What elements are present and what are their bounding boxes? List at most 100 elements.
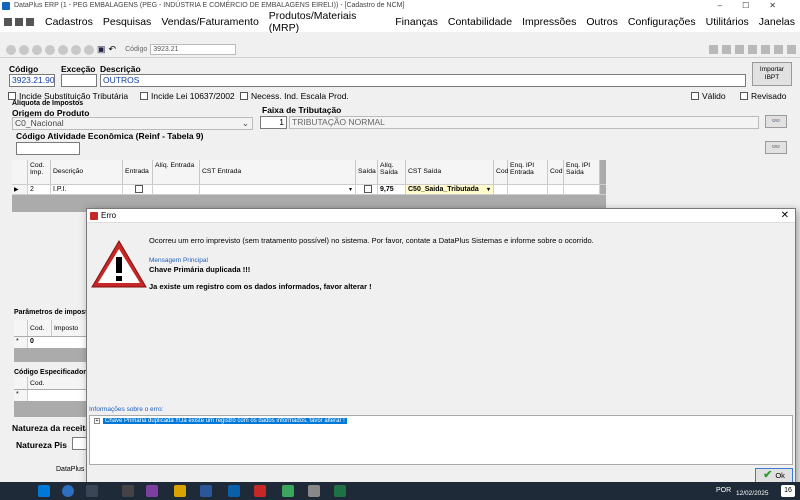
menu-configuracoes[interactable]: Configurações xyxy=(623,16,701,28)
cell-cst-entrada[interactable]: ▾ xyxy=(200,185,356,194)
next-record-icon[interactable] xyxy=(32,44,42,55)
faixa-number[interactable]: 1 xyxy=(260,116,287,129)
binoculars-icon[interactable]: 👓 xyxy=(765,115,787,128)
app-icon-7[interactable] xyxy=(308,485,320,497)
excel-icon[interactable] xyxy=(334,485,346,497)
edit-icon[interactable] xyxy=(71,44,81,55)
origem-select[interactable]: C0_Nacional ⌄ xyxy=(12,117,253,130)
mail-icon[interactable] xyxy=(735,45,744,54)
filter-icon[interactable] xyxy=(748,45,757,54)
word-icon[interactable] xyxy=(200,485,212,497)
cell-cod[interactable] xyxy=(28,390,88,401)
config-icon[interactable] xyxy=(761,45,770,54)
importar-ibpt-button[interactable]: Importar IBPT xyxy=(752,62,792,86)
expand-icon[interactable]: + xyxy=(94,418,100,424)
app-icon-6[interactable] xyxy=(282,485,294,497)
close-window-button[interactable]: ✕ xyxy=(769,1,796,10)
last-record-icon[interactable] xyxy=(45,44,55,55)
cell-enq-entrada[interactable] xyxy=(508,185,548,194)
close-icon[interactable]: ✕ xyxy=(781,209,789,223)
cell-cod[interactable]: 2 xyxy=(28,185,51,194)
add-icon[interactable] xyxy=(58,44,68,55)
cb-revisado-label: Revisado xyxy=(751,91,787,101)
descricao-field[interactable]: OUTROS xyxy=(100,74,746,87)
cell-cod[interactable]: 0 xyxy=(28,337,88,348)
menu-cadastros[interactable]: Cadastros xyxy=(40,16,98,28)
folder-icon[interactable] xyxy=(174,485,186,497)
app-icon-5[interactable] xyxy=(254,485,266,497)
checkbox-icon[interactable] xyxy=(8,92,16,100)
mdi-icon-2[interactable] xyxy=(15,18,23,26)
exit-icon[interactable] xyxy=(787,45,796,54)
undo-icon[interactable]: ↶ xyxy=(109,44,117,55)
start-icon[interactable] xyxy=(38,485,50,497)
checkbox-icon[interactable] xyxy=(740,92,748,100)
cell-cst-saida[interactable]: C50_Saida_Tributada ▾ xyxy=(406,185,494,194)
tree-item[interactable]: + Chave Primária duplicada !!!Ja existe … xyxy=(94,418,347,424)
cell-cod-saida[interactable] xyxy=(548,185,564,194)
mdi-icon-3[interactable] xyxy=(26,18,34,26)
menu-contabilidade[interactable]: Contabilidade xyxy=(443,16,517,28)
first-record-icon[interactable] xyxy=(6,44,16,55)
menu-pesquisas[interactable]: Pesquisas xyxy=(98,16,156,28)
table-row[interactable]: * 0 xyxy=(14,337,88,348)
help-icon[interactable] xyxy=(774,45,783,54)
error-message: Ocorreu um erro imprevisto (sem tratamen… xyxy=(149,236,594,245)
menu-financas[interactable]: Finanças xyxy=(390,16,443,28)
window-controls[interactable]: –☐✕ xyxy=(718,0,796,12)
menu-janelas[interactable]: Janelas xyxy=(754,16,800,28)
cell-enq-saida[interactable] xyxy=(564,185,600,194)
info-tree[interactable]: + Chave Primária duplicada !!!Ja existe … xyxy=(89,415,793,465)
cb-incide-lei[interactable]: Incide Lei 10637/2002 xyxy=(140,91,235,101)
menu-impressoes[interactable]: Impressões xyxy=(517,16,581,28)
dropdown-arrow-icon[interactable]: ▾ xyxy=(349,185,352,195)
cell-aliq-entrada[interactable] xyxy=(153,185,200,194)
folder-icon[interactable] xyxy=(709,45,718,54)
cb-valido[interactable]: Válido xyxy=(691,91,726,101)
checkbox-icon[interactable] xyxy=(691,92,699,100)
prev-record-icon[interactable] xyxy=(19,44,29,55)
dropdown-arrow-icon[interactable]: ▾ xyxy=(487,185,490,195)
cell-entrada[interactable] xyxy=(123,185,153,194)
app-icon-3[interactable] xyxy=(146,485,158,497)
delete-icon[interactable] xyxy=(84,44,94,55)
mdi-icon[interactable] xyxy=(4,18,12,26)
checkbox-icon[interactable] xyxy=(140,92,148,100)
menu-produtos[interactable]: Produtos/Materiais (MRP) xyxy=(264,10,390,34)
minimize-button[interactable]: – xyxy=(718,1,742,10)
menu-outros[interactable]: Outros xyxy=(581,16,623,28)
app-icon-4[interactable] xyxy=(228,485,240,497)
cb-revisado[interactable]: Revisado xyxy=(740,91,786,101)
col-saida: Saída xyxy=(356,160,378,184)
cell-aliq-saida[interactable]: 9,75 xyxy=(378,185,406,194)
table-row[interactable]: * xyxy=(14,390,88,401)
checkbox-checked-icon[interactable] xyxy=(363,185,372,194)
cb-necess-escala[interactable]: Necess. Ind. Escala Prod. xyxy=(240,91,349,101)
checkbox-checked-icon[interactable] xyxy=(134,185,143,194)
search-input[interactable]: 3923.21 xyxy=(150,44,237,55)
language-indicator[interactable]: POR xyxy=(716,487,731,494)
notification-badge[interactable]: 16 xyxy=(781,485,795,497)
aliquota-label: Alíquota de Impostos xyxy=(12,100,84,107)
ok-button[interactable]: ✔ Ok xyxy=(755,468,793,483)
atividade-field[interactable] xyxy=(16,142,80,155)
menu-vendas[interactable]: Vendas/Faturamento xyxy=(156,16,263,28)
menu-utilitarios[interactable]: Utilitários xyxy=(701,16,754,28)
checkbox-icon[interactable] xyxy=(240,92,248,100)
cell-descricao[interactable]: I.P.I. xyxy=(51,185,123,194)
browser-icon[interactable] xyxy=(62,485,74,497)
save-icon[interactable]: ▣ xyxy=(97,44,106,55)
toolbar-right-icons xyxy=(709,45,796,54)
app-icon-1[interactable] xyxy=(86,485,98,497)
table-row[interactable]: ▶ 2 I.P.I. ▾ 9,75 C50_Saida_Tributada ▾ xyxy=(12,184,606,195)
print-icon[interactable] xyxy=(722,45,731,54)
excecao-field[interactable] xyxy=(61,74,97,87)
app-icon-2[interactable] xyxy=(122,485,134,497)
chevron-down-icon[interactable]: ⌄ xyxy=(242,118,249,129)
cell-saida[interactable] xyxy=(356,185,378,194)
maximize-button[interactable]: ☐ xyxy=(742,1,769,10)
cell-cod-entrada[interactable] xyxy=(494,185,508,194)
binoculars-icon-2[interactable]: 👓 xyxy=(765,141,787,154)
codigo-field[interactable]: 3923.21.90 xyxy=(9,74,55,87)
clock-date[interactable]: 12/02/2025 xyxy=(736,490,769,497)
